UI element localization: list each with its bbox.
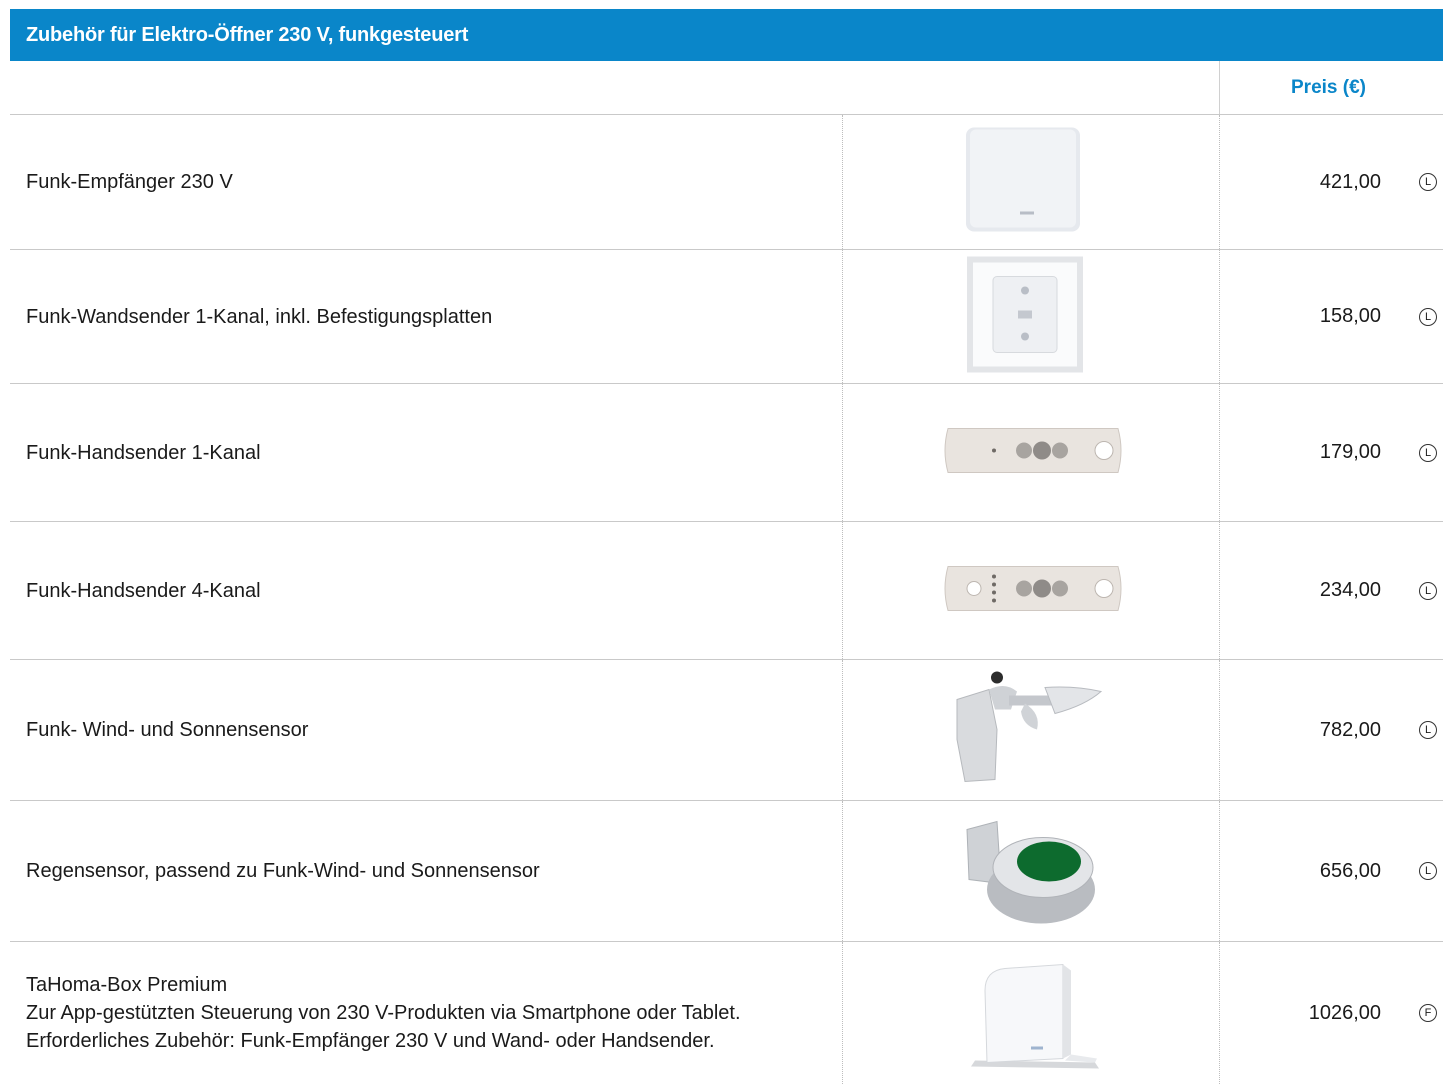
price-code-badge: F — [1419, 1004, 1437, 1022]
product-price: 656,00 — [1319, 859, 1381, 882]
table-title: Zubehör für Elektro-Öffner 230 V, funkge… — [10, 9, 1443, 61]
column-divider — [1219, 660, 1220, 800]
column-divider — [842, 522, 843, 659]
column-divider — [842, 801, 843, 941]
receiver-box-icon — [962, 124, 1084, 241]
column-divider — [842, 660, 843, 800]
product-price: 234,00 — [1319, 579, 1381, 601]
wind-sensor-icon — [945, 670, 1105, 791]
product-description: Funk-Handsender 1-Kanal — [26, 384, 261, 521]
wall-switch-icon — [965, 254, 1085, 379]
column-divider — [842, 250, 843, 383]
product-description: Funk-Wandsender 1-Kanal, inkl. Befestigu… — [26, 250, 492, 383]
product-name: Funk-Handsender 1-Kanal — [26, 441, 261, 464]
product-name: Funk- Wind- und Sonnensensor — [26, 719, 309, 741]
product-price: 782,00 — [1319, 718, 1381, 741]
product-description: Funk-Empfänger 230 V — [26, 115, 233, 249]
table-row: Funk-Wandsender 1-Kanal, inkl. Befestigu… — [10, 250, 1443, 384]
remote-4ch-icon — [938, 556, 1128, 625]
price-code-badge: L — [1419, 307, 1437, 326]
product-name: Funk-Wandsender 1-Kanal, inkl. Befestigu… — [26, 305, 493, 328]
price-code-badge: L — [1419, 173, 1437, 191]
product-name: Funk-Empfänger 230 V — [26, 171, 233, 193]
tahoma-box-icon — [945, 951, 1115, 1076]
table-row: TaHoma-Box Premium Zur App-gestützten St… — [10, 942, 1443, 1084]
table-row: Funk- Wind- und Sonnensensor 782,00 L — [10, 660, 1443, 801]
table-row: Regensensor, passend zu Funk-Wind- und S… — [10, 801, 1443, 942]
product-name: Funk-Handsender 4-Kanal — [26, 579, 261, 602]
price-code-badge: L — [1419, 862, 1437, 880]
product-price: 158,00 — [1319, 305, 1381, 327]
column-divider — [1219, 801, 1220, 941]
product-price: 421,00 — [1319, 170, 1381, 193]
product-name: Regensensor, passend zu Funk-Wind- und S… — [26, 860, 540, 882]
product-name: TaHoma-Box Premium — [26, 974, 228, 996]
column-divider — [842, 115, 843, 249]
column-divider — [1219, 61, 1220, 114]
product-description: Regensensor, passend zu Funk-Wind- und S… — [26, 801, 540, 941]
table-row: Funk-Handsender 1-Kanal 179,00 L — [10, 384, 1443, 522]
price-column-header: Preis (€) — [1291, 76, 1366, 98]
price-code-badge: L — [1419, 721, 1437, 739]
column-divider — [842, 384, 843, 521]
table-header-row: Preis (€) — [10, 61, 1443, 115]
column-divider — [1219, 115, 1220, 249]
product-price: 179,00 — [1319, 441, 1381, 463]
price-table: Zubehör für Elektro-Öffner 230 V, funkge… — [10, 9, 1443, 1084]
price-code-badge: L — [1419, 443, 1437, 462]
column-divider — [842, 942, 843, 1084]
rain-sensor-icon — [957, 810, 1097, 933]
product-detail: Zur App-gestützten Steuerung von 230 V-P… — [26, 1002, 741, 1024]
product-detail: Erforderliches Zubehör: Funk-Empfänger 2… — [26, 1030, 715, 1052]
product-price: 1026,00 — [1308, 1001, 1381, 1024]
product-description: Funk- Wind- und Sonnensensor — [26, 660, 308, 800]
column-divider — [1219, 250, 1220, 383]
product-description: TaHoma-Box Premium Zur App-gestützten St… — [26, 942, 741, 1084]
table-row: Funk-Handsender 4-Kanal 234,00 L — [10, 522, 1443, 660]
column-divider — [1219, 384, 1220, 521]
remote-1ch-icon — [938, 418, 1128, 487]
price-code-badge: L — [1419, 581, 1437, 600]
column-divider — [1219, 522, 1220, 659]
column-divider — [1219, 942, 1220, 1084]
table-row: Funk-Empfänger 230 V 421,00 L — [10, 115, 1443, 250]
product-description: Funk-Handsender 4-Kanal — [26, 522, 261, 659]
